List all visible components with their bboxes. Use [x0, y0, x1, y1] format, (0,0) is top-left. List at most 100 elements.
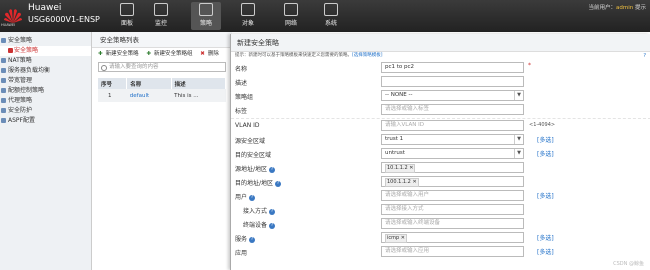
- field-user: 用户? 请选择或输入用户 [多选]: [231, 190, 650, 202]
- nav-network[interactable]: 网络: [276, 2, 306, 30]
- remove-tag-icon[interactable]: ✕: [401, 235, 405, 241]
- sidebar-item-aspf[interactable]: ASPF配置: [0, 116, 91, 126]
- nav-system[interactable]: 系统: [316, 2, 346, 30]
- nav-policy[interactable]: 策略: [191, 2, 221, 30]
- sidebar: 安全策略 安全策略 NAT策略 服务器负载均衡 带宽管理 配额控制策略 代理策略…: [0, 32, 92, 270]
- sidebar-item-nat-policy[interactable]: NAT策略: [0, 56, 91, 66]
- multi-select-link[interactable]: [多选]: [537, 233, 554, 242]
- user-input[interactable]: 请选择或输入用户: [381, 190, 524, 201]
- tag-input[interactable]: 请选择或输入标签: [381, 104, 524, 115]
- field-label: 源安全区域: [235, 138, 266, 145]
- multi-select-link[interactable]: [多选]: [537, 135, 554, 144]
- nav-object[interactable]: 对象: [233, 2, 263, 30]
- help-icon[interactable]: ?: [269, 222, 276, 229]
- nav-label: 监控: [154, 20, 167, 27]
- policy-icon: [8, 48, 13, 53]
- field-service: 服务? icmp ✕ [多选]: [231, 232, 650, 244]
- table-header: 序号 名称 描述: [98, 78, 227, 89]
- user-name[interactable]: admin: [616, 5, 633, 11]
- help-icon[interactable]: ?: [643, 53, 646, 59]
- multi-select-link[interactable]: [多选]: [537, 149, 554, 158]
- chevron-down-icon: ▼: [514, 91, 523, 100]
- label-text: 终端设备: [243, 222, 268, 229]
- search-input[interactable]: 请输入要查询的内容: [98, 62, 226, 72]
- top-bar: HUAWEI Huawei USG6000V1-ENSP 面板 监控 策略 对象…: [0, 0, 650, 32]
- nav-monitor[interactable]: 监控: [146, 2, 176, 30]
- new-policy-group-button[interactable]: ✚ 新建安全策略组: [146, 51, 195, 57]
- field-destination-zone: 目的安全区域 untrust ▼ [多选]: [231, 148, 650, 160]
- sidebar-item-security-policy-group[interactable]: 安全策略: [0, 36, 91, 46]
- dialog-tip: 提示：新建时可以基于策略模板来快速定义您需要的策略。[选择策略模板]: [231, 52, 650, 60]
- nav-label: 策略: [199, 20, 212, 27]
- help-icon[interactable]: ?: [275, 180, 282, 187]
- service-input[interactable]: icmp ✕: [381, 232, 524, 243]
- sidebar-item-bandwidth[interactable]: 带宽管理: [0, 76, 91, 86]
- sidebar-item-label: NAT策略: [8, 57, 32, 64]
- dialog-title: 新建安全策略: [231, 34, 650, 52]
- field-terminal-device: 终端设备? 请选择或输入终端设备: [231, 218, 650, 230]
- nav-dashboard[interactable]: 面板: [112, 2, 142, 30]
- multi-select-link[interactable]: [多选]: [537, 247, 554, 256]
- cell-name[interactable]: default: [126, 89, 172, 102]
- application-input[interactable]: 请选择或输入应用: [381, 246, 524, 257]
- policy-group-select[interactable]: -- NONE -- ▼: [381, 90, 524, 101]
- brand-title: Huawei USG6000V1-ENSP: [28, 3, 100, 25]
- new-policy-button[interactable]: ✚ 新建安全策略: [98, 51, 142, 57]
- label-text: 接入方式: [243, 208, 268, 215]
- label-text: 用户: [235, 194, 248, 201]
- field-label: 源地址/地区?: [235, 164, 276, 173]
- chevron-down-icon: ▼: [514, 149, 523, 158]
- multi-select-link[interactable]: [多选]: [537, 191, 554, 200]
- remove-tag-icon[interactable]: ✕: [412, 179, 416, 185]
- sidebar-item-server-load-balancing[interactable]: 服务器负载均衡: [0, 66, 91, 76]
- field-description: 描述: [231, 76, 650, 88]
- user-tip-link[interactable]: 提示: [635, 5, 646, 11]
- delete-button[interactable]: ✖ 删除: [200, 51, 222, 57]
- table-row[interactable]: 1 default This is ...: [98, 89, 226, 102]
- column-header[interactable]: 序号: [98, 78, 128, 89]
- name-input[interactable]: pc1 to pc2: [381, 62, 524, 73]
- terminal-device-input[interactable]: 请选择或输入终端设备: [381, 218, 524, 229]
- access-mode-input[interactable]: 请选择接入方式: [381, 204, 524, 215]
- current-user: 当前用户：admin 提示: [588, 3, 646, 11]
- sidebar-item-security-protection[interactable]: 安全防护: [0, 106, 91, 116]
- nav-label: 对象: [241, 20, 254, 27]
- help-icon[interactable]: ?: [269, 166, 276, 173]
- sidebar-item-label: 配额控制策略: [8, 87, 45, 94]
- source-address-input[interactable]: 10.1.1.2 ✕: [381, 162, 524, 173]
- policy-list-pane: 安全策略列表 ✚ 新建安全策略 ✚ 新建安全策略组 ✖ 删除 请输入要查询的内容 序号…: [92, 32, 232, 270]
- field-vlan: VLAN ID 请输入VLAN ID <1-4094>: [231, 120, 650, 132]
- button-label: 删除: [207, 51, 219, 57]
- user-prefix: 当前用户：: [588, 5, 616, 11]
- help-icon[interactable]: ?: [249, 236, 256, 243]
- sidebar-item-proxy-policy[interactable]: 代理策略: [0, 96, 91, 106]
- sidebar-item-label: 安全防护: [8, 107, 33, 114]
- new-policy-dialog: 新建安全策略 提示：新建时可以基于策略模板来快速定义您需要的策略。[选择策略模板…: [230, 34, 650, 270]
- help-icon[interactable]: ?: [269, 208, 276, 215]
- list-toolbar: ✚ 新建安全策略 ✚ 新建安全策略组 ✖ 删除: [92, 48, 232, 61]
- destination-address-input[interactable]: 100.1.1.2 ✕: [381, 176, 524, 187]
- field-label: 终端设备?: [243, 220, 276, 229]
- sidebar-item-quota-policy[interactable]: 配额控制策略: [0, 86, 91, 96]
- column-header[interactable]: 描述: [171, 78, 227, 89]
- select-template-link[interactable]: [选择策略模板]: [352, 53, 383, 58]
- description-input[interactable]: [381, 76, 524, 87]
- nat-icon: [1, 58, 6, 63]
- sidebar-item-label: 安全策略: [8, 37, 33, 44]
- vlan-input[interactable]: 请输入VLAN ID: [381, 120, 524, 131]
- vlan-range-hint: <1-4094>: [529, 122, 556, 128]
- button-label: 新建安全策略: [105, 51, 139, 57]
- list-title: 安全策略列表: [92, 32, 232, 48]
- help-icon[interactable]: ?: [249, 194, 256, 201]
- quota-icon: [1, 88, 6, 93]
- column-header[interactable]: 名称: [126, 78, 172, 89]
- destination-zone-select[interactable]: untrust ▼: [381, 148, 524, 159]
- source-zone-select[interactable]: trust 1 ▼: [381, 134, 524, 145]
- delete-icon: ✖: [200, 51, 205, 57]
- sidebar-item-security-policy[interactable]: 安全策略: [0, 46, 91, 56]
- tag-text: icmp: [387, 235, 400, 241]
- label-text: 目的地址/地区: [235, 180, 274, 187]
- remove-tag-icon[interactable]: ✕: [409, 165, 413, 171]
- label-text: 服务: [235, 236, 248, 243]
- watermark: CSDN @鲸鱼: [613, 261, 644, 267]
